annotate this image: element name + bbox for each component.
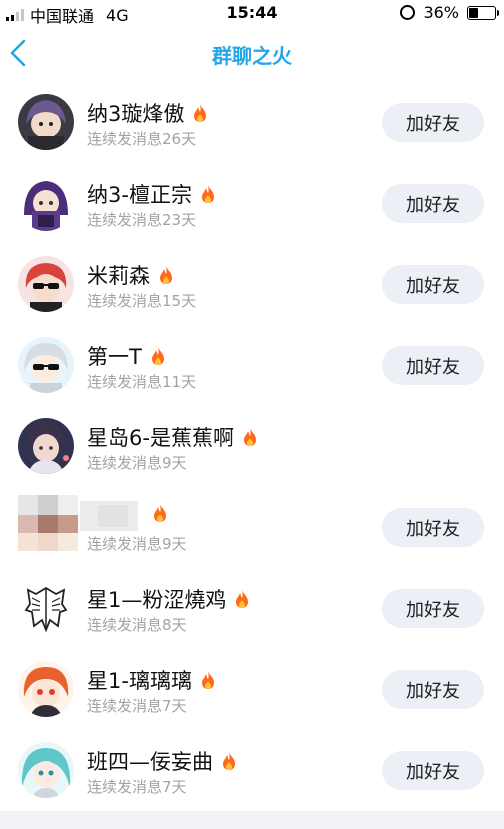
streak-text: 连续发消息8天 (87, 616, 187, 634)
name-line: 第一T (87, 341, 166, 371)
fire-icon (158, 265, 174, 285)
nav-bar: 群聊之火 (0, 24, 504, 82)
friend-list-item[interactable]: 星岛6-是蕉蕉啊 连续发消息9天 (0, 406, 504, 487)
friend-list-item[interactable]: 星1-璃璃璃 连续发消息7天 加好友 (0, 649, 504, 730)
add-friend-button[interactable]: 加好友 (382, 751, 484, 790)
streak-text: 连续发消息23天 (87, 211, 197, 229)
streak-text: 连续发消息9天 (87, 454, 187, 472)
chevron-left-icon (10, 39, 26, 67)
avatar[interactable] (18, 742, 74, 798)
friend-name: 星1-璃璃璃 (87, 669, 192, 693)
fire-icon (234, 589, 250, 609)
add-friend-button[interactable]: 加好友 (382, 103, 484, 142)
friend-list-item[interactable]: 米莉森 连续发消息15天 加好友 (0, 244, 504, 325)
name-line: 纳3璇烽傲 (87, 98, 208, 128)
battery-fill (469, 7, 478, 18)
battery-percent: 36% (423, 3, 459, 22)
friend-list-item[interactable]: 连续发消息9天 加好友 (0, 487, 504, 568)
name-line: 星岛6-是蕉蕉啊 (87, 422, 258, 452)
add-friend-button[interactable]: 加好友 (382, 346, 484, 385)
back-button[interactable] (6, 38, 34, 68)
avatar[interactable] (18, 256, 74, 312)
streak-text: 连续发消息11天 (87, 373, 197, 391)
friend-list: 纳3璇烽傲 连续发消息26天 加好友 纳3-檀正宗 连续发消息23天 加好友 米… (0, 82, 504, 811)
fire-icon (242, 427, 258, 447)
streak-text: 连续发消息7天 (87, 697, 187, 715)
friend-name: 星岛6-是蕉蕉啊 (87, 426, 234, 450)
add-friend-button[interactable]: 加好友 (382, 184, 484, 223)
friend-name: 米莉森 (87, 264, 150, 288)
bottom-bar (0, 811, 504, 829)
fire-icon (200, 184, 216, 204)
battery-icon (467, 5, 499, 20)
add-friend-button[interactable]: 加好友 (382, 265, 484, 304)
friend-list-item[interactable]: 班四—佞妄曲 连续发消息7天 加好友 (0, 730, 504, 811)
name-line: 班四—佞妄曲 (87, 746, 237, 776)
add-friend-button[interactable]: 加好友 (382, 670, 484, 709)
name-line (144, 503, 168, 523)
friend-list-item[interactable]: 纳3璇烽傲 连续发消息26天 加好友 (0, 82, 504, 163)
streak-text: 连续发消息15天 (87, 292, 197, 310)
alarm-clock-icon (400, 5, 416, 20)
friend-name: 星1—粉涩燒鸡 (87, 588, 227, 612)
fire-icon (200, 670, 216, 690)
name-line: 米莉森 (87, 260, 174, 290)
friend-name: 纳3璇烽傲 (87, 102, 185, 126)
status-right: 36% (400, 3, 499, 22)
fire-icon (192, 103, 208, 123)
friend-list-item[interactable]: 第一T 连续发消息11天 加好友 (0, 325, 504, 406)
fire-icon (150, 346, 166, 366)
streak-text: 连续发消息26天 (87, 130, 197, 148)
add-friend-button[interactable]: 加好友 (382, 589, 484, 628)
name-line: 星1-璃璃璃 (87, 665, 216, 695)
fire-icon (221, 751, 237, 771)
avatar[interactable] (18, 580, 74, 636)
fire-icon (152, 503, 168, 523)
avatar[interactable] (18, 418, 74, 474)
friend-list-item[interactable]: 纳3-檀正宗 连续发消息23天 加好友 (0, 163, 504, 244)
add-friend-button[interactable]: 加好友 (382, 508, 484, 547)
friend-name: 第一T (87, 345, 142, 369)
streak-text: 连续发消息7天 (87, 778, 187, 796)
friend-name: 班四—佞妄曲 (87, 750, 213, 774)
status-bar: 中国联通 4G 15:44 36% (0, 0, 504, 26)
friend-list-item[interactable]: 星1—粉涩燒鸡 连续发消息8天 加好友 (0, 568, 504, 649)
avatar[interactable] (18, 661, 74, 717)
avatar[interactable] (18, 337, 74, 393)
avatar[interactable] (18, 175, 74, 231)
name-line: 纳3-檀正宗 (87, 179, 216, 209)
streak-text: 连续发消息9天 (87, 535, 187, 553)
name-line: 星1—粉涩燒鸡 (87, 584, 250, 614)
avatar[interactable] (18, 94, 74, 150)
page-title: 群聊之火 (212, 44, 292, 68)
friend-name: 纳3-檀正宗 (87, 183, 192, 207)
